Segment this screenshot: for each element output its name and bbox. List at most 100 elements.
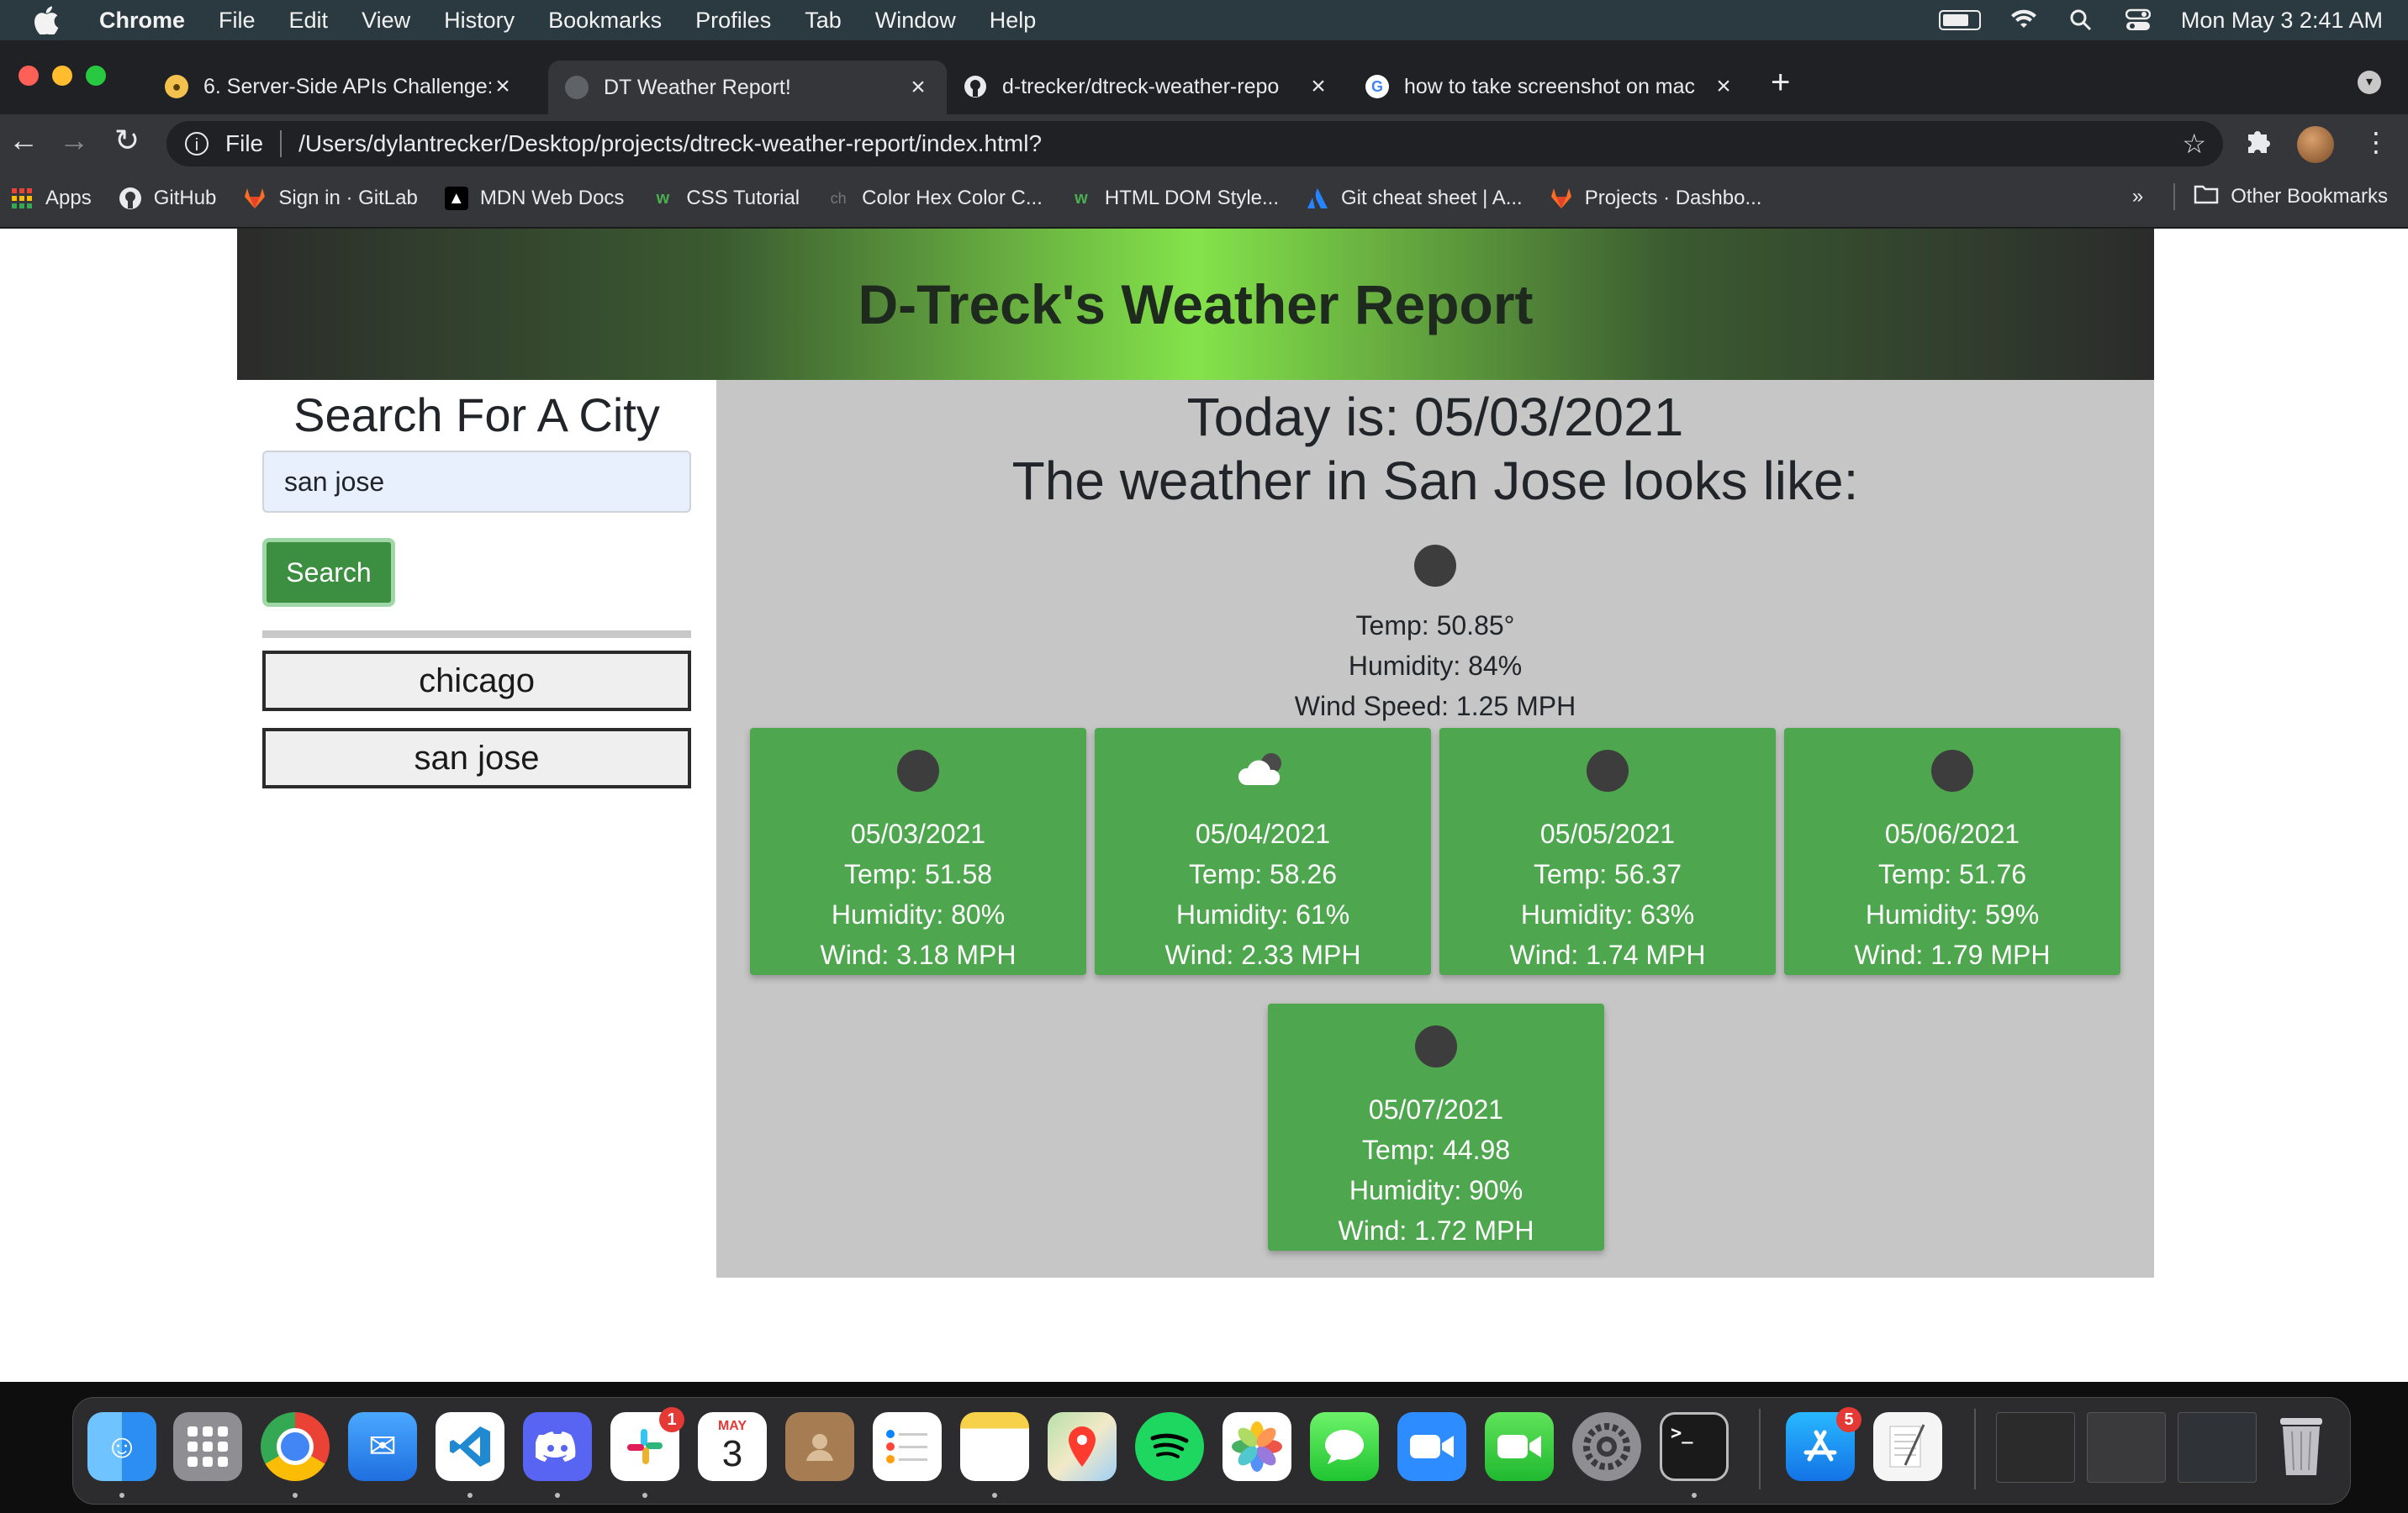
running-indicator <box>119 1493 124 1498</box>
minimized-window-thumbnail[interactable] <box>2087 1412 2166 1483</box>
current-wind: Wind Speed: 1.25 MPH <box>1294 691 1576 721</box>
window-minimize-button[interactable] <box>52 66 72 86</box>
menu-profiles[interactable]: Profiles <box>695 8 771 34</box>
bookmark-git-cheat-sheet[interactable]: Git cheat sheet | A... <box>1306 187 1523 210</box>
bookmark-label: GitHub <box>153 187 217 209</box>
bookmark-apps[interactable]: Apps <box>10 187 92 210</box>
close-tab-icon[interactable]: × <box>906 73 930 102</box>
history-city-button[interactable]: san jose <box>262 728 691 788</box>
reminders-icon[interactable] <box>873 1412 942 1481</box>
running-indicator <box>1692 1493 1697 1498</box>
forecast-temp: Temp: 44.98 <box>1361 1135 1511 1165</box>
color-hex-icon: ch <box>830 189 847 207</box>
chrome-menu-icon[interactable]: ⋮ <box>2363 126 2390 158</box>
menu-view[interactable]: View <box>362 8 410 34</box>
forecast-temp: Temp: 51.76 <box>1877 859 2027 889</box>
page-title: D-Treck's Weather Report <box>858 273 1534 335</box>
menu-tab[interactable]: Tab <box>805 8 842 34</box>
tab-search-chevron-icon[interactable]: ▾ <box>2358 71 2381 94</box>
launchpad-icon[interactable] <box>173 1412 242 1481</box>
site-info-icon[interactable]: i <box>185 132 209 156</box>
history-city-button[interactable]: chicago <box>262 651 691 711</box>
photos-icon[interactable] <box>1222 1412 1291 1481</box>
forecast-card: 05/06/2021 Temp: 51.76 Humidity: 59% Win… <box>1784 728 2120 975</box>
bookmarks-overflow-button[interactable]: » <box>2132 185 2143 208</box>
back-arrow-icon[interactable]: ← <box>8 123 39 158</box>
bookmark-color-hex[interactable]: ch Color Hex Color C... <box>826 187 1043 210</box>
zoom-icon[interactable] <box>1397 1412 1466 1481</box>
menu-edit[interactable]: Edit <box>289 8 329 34</box>
atlassian-icon <box>1306 187 1329 210</box>
mdn-icon: ▲ <box>444 187 468 210</box>
spotify-icon[interactable] <box>1135 1412 1204 1481</box>
notes-icon[interactable] <box>960 1412 1029 1481</box>
menu-clock[interactable]: Mon May 3 2:41 AM <box>2181 8 2383 34</box>
system-preferences-gear-icon[interactable] <box>1572 1412 1641 1481</box>
extensions-puzzle-icon[interactable] <box>2243 126 2272 161</box>
minimized-window-thumbnail[interactable] <box>1996 1412 2075 1483</box>
control-center-icon[interactable] <box>2124 6 2152 34</box>
maps-icon[interactable] <box>1048 1412 1117 1481</box>
forward-arrow-icon[interactable]: → <box>59 123 89 158</box>
app-store-notification-badge: 5 <box>1836 1407 1861 1432</box>
calendar-icon[interactable]: MAY 3 <box>698 1412 767 1481</box>
profile-avatar[interactable] <box>2297 126 2334 163</box>
menu-window[interactable]: Window <box>875 8 956 34</box>
bookmark-css-tutorial[interactable]: w CSS Tutorial <box>651 187 800 210</box>
city-search-input[interactable] <box>262 451 691 513</box>
address-bar[interactable]: i File /Users/dylantrecker/Desktop/proje… <box>166 121 2223 166</box>
terminal-icon[interactable]: >_ <box>1660 1412 1729 1481</box>
menu-file[interactable]: File <box>219 8 256 34</box>
bookmark-github[interactable]: GitHub <box>119 187 217 210</box>
forecast-date: 05/07/2021 <box>1368 1094 1504 1125</box>
reload-icon[interactable]: ↻ <box>114 123 140 158</box>
wifi-icon[interactable] <box>2009 6 2038 34</box>
cloud-icon <box>1238 753 1281 785</box>
finder-icon[interactable]: ☺ <box>87 1412 156 1481</box>
spotlight-search-icon[interactable] <box>2067 6 2095 34</box>
bookmark-html-dom-style[interactable]: w HTML DOM Style... <box>1069 187 1279 210</box>
bookmark-projects-dashboard[interactable]: Projects · Dashbo... <box>1550 187 1761 210</box>
tab-server-side-apis[interactable]: ● 6. Server-Side APIs Challenge: × <box>148 61 531 113</box>
vscode-icon[interactable] <box>436 1412 504 1481</box>
today-date: Today is: 05/03/2021 <box>1186 387 1684 447</box>
menu-history[interactable]: History <box>444 8 515 34</box>
battery-icon[interactable] <box>1938 10 1981 30</box>
new-tab-plus-icon[interactable]: + <box>1771 64 1790 102</box>
close-tab-icon[interactable]: × <box>1307 72 1330 101</box>
trash-icon[interactable] <box>2267 1412 2336 1481</box>
bookmark-gitlab[interactable]: Sign in · GitLab <box>243 187 418 210</box>
menu-help[interactable]: Help <box>990 8 1037 34</box>
contacts-icon[interactable] <box>785 1412 854 1481</box>
messages-icon[interactable] <box>1310 1412 1379 1481</box>
textedit-icon[interactable] <box>1873 1412 1942 1481</box>
weather-city-heading: The weather in San Jose looks like: <box>1011 451 1859 511</box>
forecast-humidity: Humidity: 90% <box>1349 1175 1523 1205</box>
forecast-card: 05/07/2021 Temp: 44.98 Humidity: 90% Win… <box>1268 1004 1604 1251</box>
window-zoom-button[interactable] <box>86 66 106 86</box>
w3schools-icon: w <box>656 188 670 208</box>
menu-bookmarks[interactable]: Bookmarks <box>548 8 662 34</box>
chrome-icon[interactable] <box>261 1412 330 1481</box>
apple-menu-icon[interactable] <box>34 6 62 36</box>
minimized-window-thumbnail[interactable] <box>2178 1412 2257 1483</box>
w3schools-icon: w <box>1075 188 1088 208</box>
close-tab-icon[interactable]: × <box>1712 72 1735 101</box>
mail-icon[interactable]: ✉ <box>348 1412 417 1481</box>
tab-google-search[interactable]: G how to take screenshot on mac × <box>1349 61 1752 113</box>
facetime-icon[interactable] <box>1485 1412 1554 1481</box>
discord-icon[interactable] <box>523 1412 592 1481</box>
tab-github-repo[interactable]: d-trecker/dtreck-weather-repo × <box>947 61 1347 113</box>
window-close-button[interactable] <box>18 66 39 86</box>
tab-dt-weather-report[interactable]: DT Weather Report! × <box>548 61 947 114</box>
search-button[interactable]: Search <box>262 538 395 607</box>
menu-app-name[interactable]: Chrome <box>99 8 185 34</box>
bookmark-mdn[interactable]: ▲ MDN Web Docs <box>444 187 624 210</box>
url-text[interactable]: /Users/dylantrecker/Desktop/projects/dtr… <box>298 130 1042 157</box>
close-tab-icon[interactable]: × <box>491 72 515 101</box>
folder-icon <box>2194 184 2219 210</box>
bookmark-star-icon[interactable]: ☆ <box>2182 128 2206 160</box>
other-bookmarks-button[interactable]: Other Bookmarks <box>2231 185 2388 208</box>
forecast-date: 05/06/2021 <box>1884 819 2020 849</box>
forecast-card: 05/03/2021 Temp: 51.58 Humidity: 80% Win… <box>750 728 1086 975</box>
